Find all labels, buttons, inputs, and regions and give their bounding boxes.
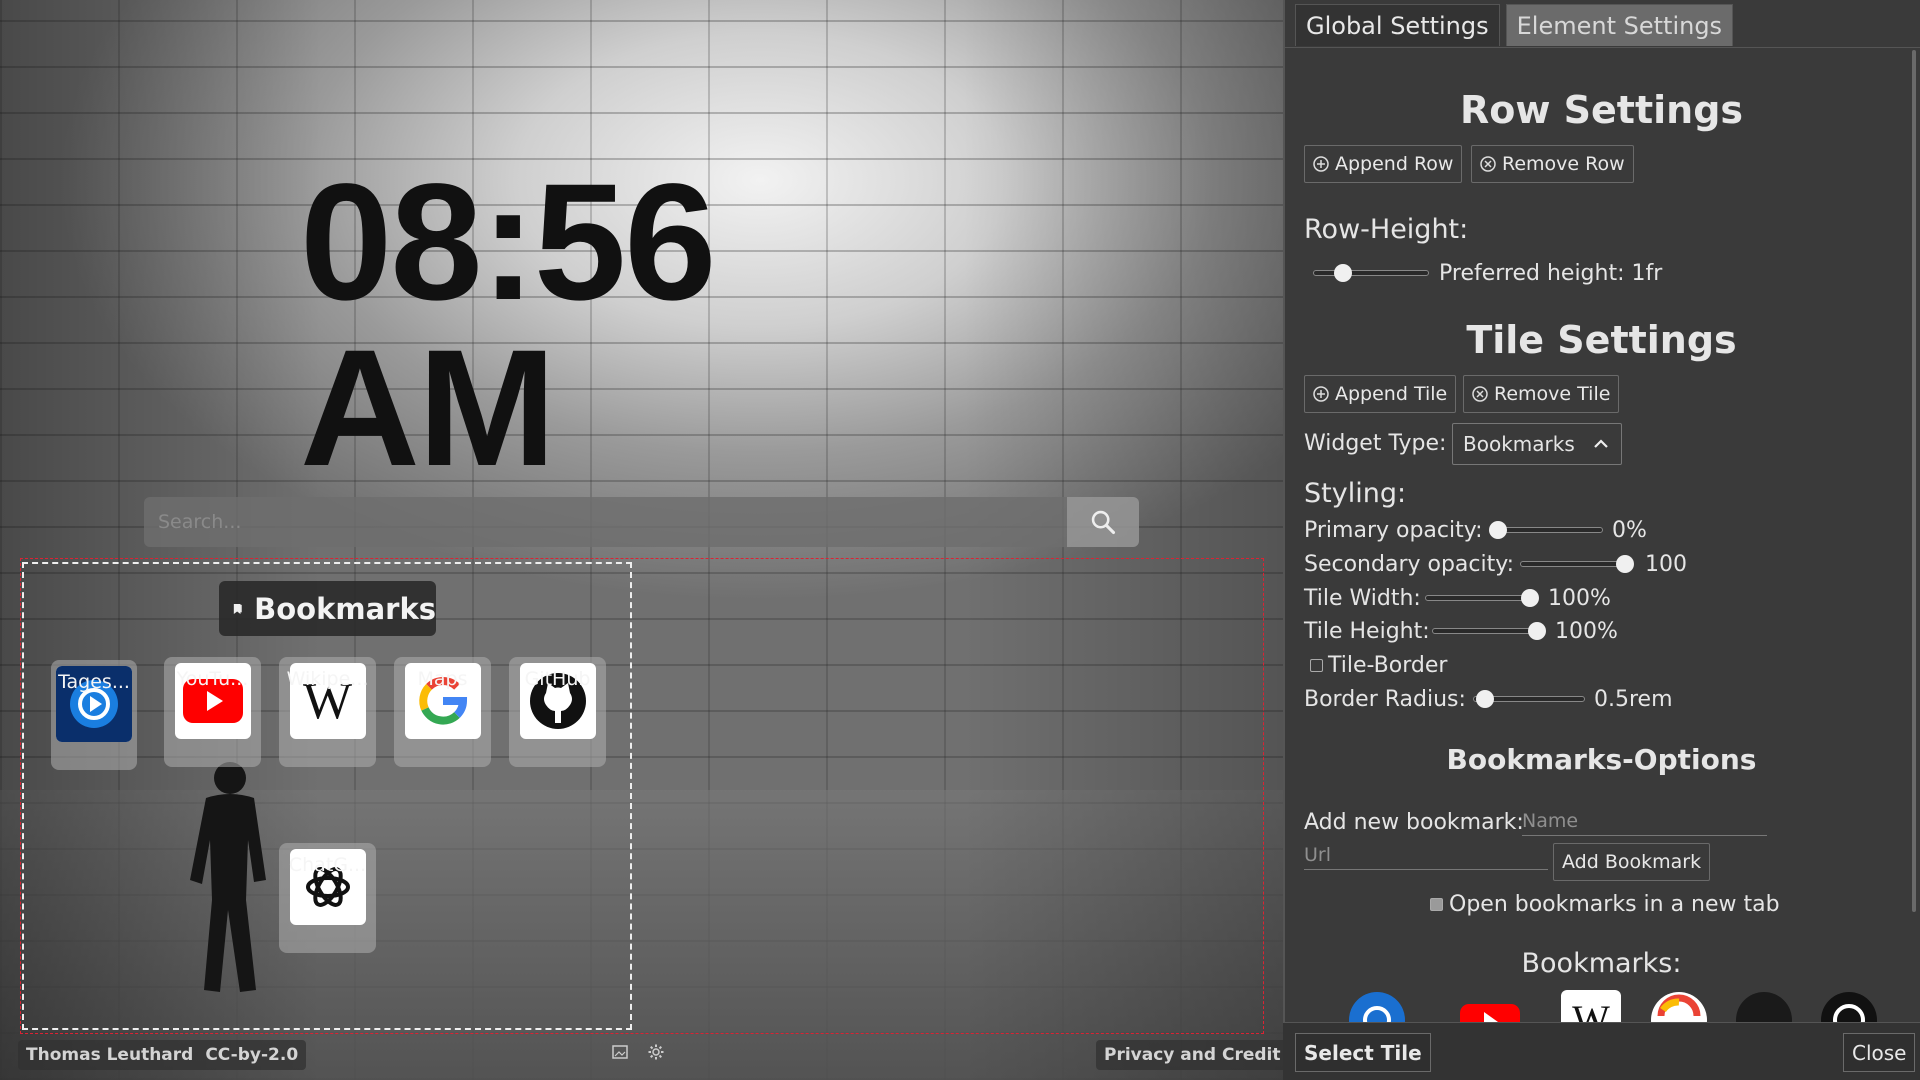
bookmarks-list-title: Bookmarks: — [1521, 948, 1682, 979]
remove-circle-icon — [1472, 386, 1488, 402]
border-radius-label: Border Radius: — [1304, 687, 1466, 712]
search-icon — [1091, 510, 1116, 535]
remove-tile-button[interactable]: Remove Tile — [1463, 375, 1620, 413]
append-tile-button[interactable]: Append Tile — [1304, 375, 1457, 413]
search-input[interactable] — [144, 497, 1067, 547]
bookmark-tile[interactable]: YouTu... — [164, 657, 261, 767]
credit-author: Thomas Leuthard — [26, 1045, 194, 1065]
bookmark-name-input[interactable] — [1522, 806, 1767, 836]
image-credit[interactable]: Thomas Leuthard CC-by-2.0 — [18, 1040, 307, 1070]
settings-tabs: Global Settings Element Settings — [1295, 4, 1734, 46]
search-button[interactable] — [1067, 497, 1139, 547]
bookmark-label: Wikipe... — [286, 668, 369, 690]
bookmark-label: Maps — [417, 668, 468, 690]
widget-type-label: Widget Type: — [1304, 431, 1447, 456]
bookmark-tile[interactable]: Tages... — [51, 660, 137, 770]
remove-row-label: Remove Row — [1502, 153, 1625, 175]
tile-width-value: 100% — [1548, 586, 1611, 611]
remove-row-button[interactable]: Remove Row — [1471, 145, 1634, 183]
tile-border-checkbox[interactable] — [1310, 659, 1323, 672]
row-height-label: Row-Height: — [1304, 214, 1469, 245]
tile-border-label: Tile-Border — [1328, 653, 1448, 678]
widget-type-select[interactable]: Bookmarks — [1452, 423, 1622, 465]
close-button[interactable]: Close — [1843, 1033, 1916, 1072]
bookmark-label: Tages... — [58, 671, 130, 693]
google-icon[interactable] — [1649, 990, 1709, 1022]
slider-knob[interactable] — [1521, 589, 1539, 607]
styling-label: Styling: — [1304, 478, 1407, 509]
remove-circle-icon — [1480, 156, 1496, 172]
append-tile-label: Append Tile — [1335, 383, 1448, 405]
tab-element-settings[interactable]: Element Settings — [1505, 4, 1734, 46]
gear-icon[interactable] — [648, 1044, 664, 1060]
secondary-opacity-value: 100 — [1645, 552, 1687, 577]
github-icon[interactable] — [1734, 990, 1794, 1022]
border-radius-value: 0.5rem — [1594, 687, 1673, 712]
search-bar — [144, 497, 1139, 547]
primary-opacity-value: 0% — [1612, 518, 1647, 543]
border-radius-slider[interactable] — [1473, 690, 1585, 708]
primary-opacity-slider[interactable] — [1489, 521, 1603, 539]
new-tab-checkbox[interactable] — [1430, 898, 1443, 911]
widget-type-value: Bookmarks — [1463, 432, 1575, 456]
image-icon[interactable] — [612, 1044, 628, 1060]
slider-knob[interactable] — [1616, 555, 1634, 573]
bookmark-icon — [233, 603, 242, 614]
bookmark-tile[interactable]: W Wikipe... — [279, 657, 376, 767]
plus-circle-icon — [1313, 386, 1329, 402]
bookmark-tile[interactable]: GitHub — [509, 657, 606, 767]
wikipedia-icon[interactable]: W — [1561, 990, 1621, 1022]
youtube-icon[interactable] — [1460, 990, 1520, 1022]
chevron-up-icon — [1594, 439, 1608, 448]
row-height-value: Preferred height: 1fr — [1439, 261, 1663, 286]
slider-knob[interactable] — [1333, 264, 1352, 282]
tile-height-slider[interactable] — [1432, 622, 1546, 640]
bookmark-url-input[interactable] — [1304, 840, 1548, 870]
tab-global-settings[interactable]: Global Settings — [1295, 4, 1500, 46]
slider-knob[interactable] — [1528, 622, 1546, 640]
remove-tile-label: Remove Tile — [1494, 383, 1611, 405]
tagesschau-icon[interactable] — [1347, 990, 1407, 1022]
add-bookmark-button[interactable]: Add Bookmark — [1553, 843, 1711, 881]
plus-circle-icon — [1313, 156, 1329, 172]
bookmark-label: YouTu... — [176, 668, 249, 690]
slider-knob[interactable] — [1489, 521, 1507, 539]
bookmark-tile[interactable]: ChatG... — [279, 843, 376, 953]
bookmark-tile[interactable]: Maps — [394, 657, 491, 767]
bookmarks-widget-header: Bookmarks — [219, 581, 436, 636]
tile-height-value: 100% — [1555, 619, 1618, 644]
append-row-button[interactable]: Append Row — [1304, 145, 1463, 183]
chatgpt-icon[interactable] — [1819, 990, 1879, 1022]
bookmark-label: ChatG... — [288, 854, 367, 876]
panel-scrollbar[interactable] — [1912, 50, 1916, 912]
add-bookmark-label: Add new bookmark: — [1304, 810, 1524, 835]
row-settings-title: Row Settings — [1459, 88, 1744, 132]
privacy-link[interactable]: Privacy and Credit — [1096, 1040, 1289, 1070]
tile-height-label: Tile Height: — [1304, 619, 1430, 644]
tile-settings-title: Tile Settings — [1466, 318, 1737, 362]
bookmarks-list: W — [1283, 990, 1920, 1022]
tile-width-slider[interactable] — [1425, 589, 1539, 607]
secondary-opacity-slider[interactable] — [1520, 555, 1634, 573]
bookmarks-options-title: Bookmarks-Options — [1446, 743, 1757, 776]
clock: 08:56 AM — [300, 150, 717, 501]
bookmarks-widget-title: Bookmarks — [254, 591, 436, 626]
new-tab-label: Open bookmarks in a new tab — [1449, 892, 1780, 917]
primary-opacity-label: Primary opacity: — [1304, 518, 1483, 543]
footer-icons — [612, 1044, 664, 1060]
append-row-label: Append Row — [1335, 153, 1454, 175]
secondary-opacity-label: Secondary opacity: — [1304, 552, 1515, 577]
slider-knob[interactable] — [1476, 690, 1494, 708]
tile-width-label: Tile Width: — [1304, 586, 1421, 611]
select-tile-button[interactable]: Select Tile — [1295, 1033, 1431, 1072]
row-height-slider[interactable] — [1313, 264, 1429, 282]
bookmark-label: GitHub — [524, 668, 591, 690]
credit-license: CC-by-2.0 — [205, 1045, 299, 1065]
